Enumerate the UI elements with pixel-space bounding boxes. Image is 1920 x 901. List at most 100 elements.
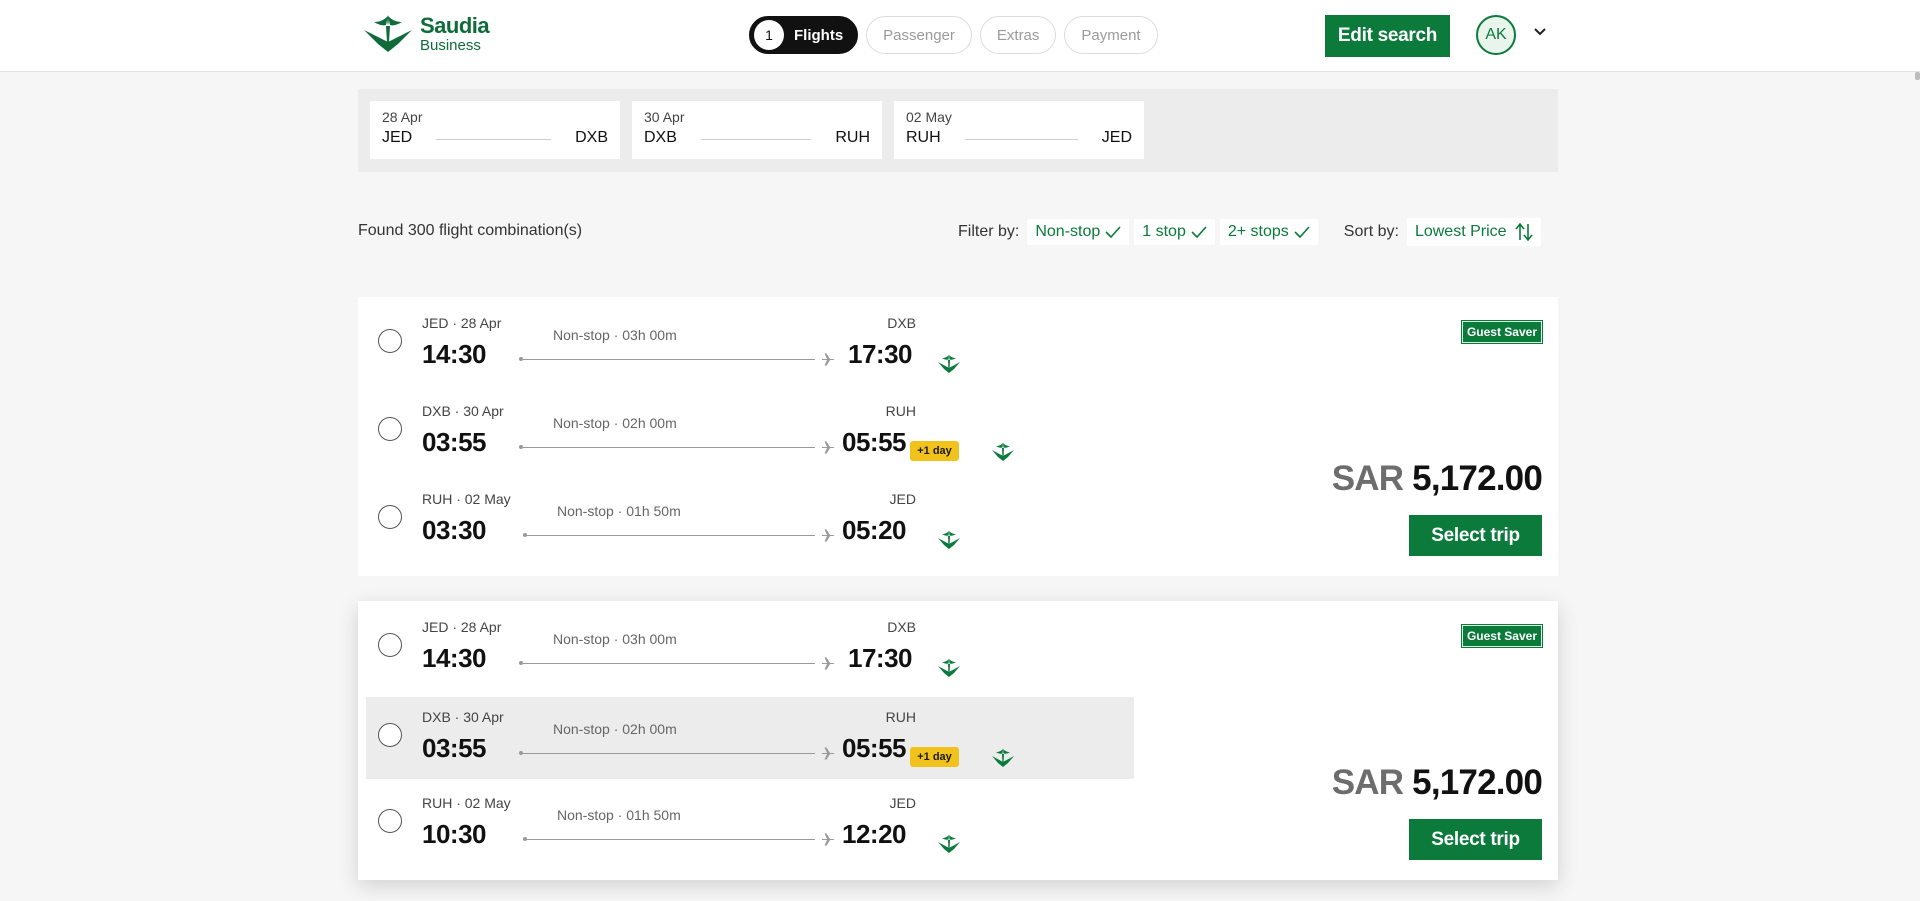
edit-search-button[interactable]: Edit search <box>1325 15 1450 57</box>
step-flights[interactable]: 1 Flights <box>749 16 859 54</box>
filter-2plus-stops-chip[interactable]: 2+ stops <box>1219 219 1318 245</box>
segment-row[interactable]: RUH · 02 May 03:30 Non-stop · 01h 50m JE… <box>366 473 1134 555</box>
stops-duration: Non-stop · 01h 50m <box>557 807 681 823</box>
arrival-meta: DXB <box>887 619 916 635</box>
leg-date: 02 May <box>906 109 952 125</box>
step-payment[interactable]: Payment <box>1064 16 1158 54</box>
booking-steps: 1 Flights Passenger Extras Payment <box>749 16 1158 54</box>
saudia-airline-icon <box>990 747 1016 769</box>
price-amount: 5,172.00 <box>1412 763 1543 802</box>
leg-route: JED DXB <box>382 129 608 147</box>
arrival-meta: RUH <box>885 709 916 725</box>
segment-row[interactable]: JED · 28 Apr 14:30 Non-stop · 03h 00m DX… <box>366 601 1134 683</box>
stops-duration: Non-stop · 01h 50m <box>557 503 681 519</box>
filter-1stop-chip[interactable]: 1 stop <box>1134 219 1215 245</box>
fare-type-badge: Guest Saver <box>1460 320 1544 344</box>
saudia-airline-icon <box>990 441 1016 463</box>
segment-radio[interactable] <box>378 809 402 833</box>
leg-origin: RUH <box>906 129 941 146</box>
sort-dropdown[interactable]: Lowest Price <box>1406 218 1541 246</box>
leg-destination: RUH <box>835 129 870 146</box>
step-passenger[interactable]: Passenger <box>866 16 972 54</box>
trip-price: SAR 5,172.00 <box>1332 459 1543 499</box>
logo-line2: Business <box>420 37 481 54</box>
result-card: JED · 28 Apr 14:30 Non-stop · 03h 00m DX… <box>358 297 1558 576</box>
leg-card[interactable]: 28 Apr JED DXB <box>370 101 620 159</box>
filter-chip-label: Non-stop <box>1035 223 1101 240</box>
filter-sort-bar: Filter by: Non-stop 1 stop 2+ stops Sort… <box>958 218 1541 246</box>
chevron-down-icon[interactable] <box>1533 25 1547 39</box>
arrival-meta: JED <box>889 491 916 507</box>
plane-icon <box>821 529 835 542</box>
segment-row[interactable]: RUH · 02 May 10:30 Non-stop · 01h 50m JE… <box>366 777 1134 859</box>
flight-track-line <box>523 753 815 754</box>
next-day-badge: +1 day <box>910 747 959 767</box>
segment-radio[interactable] <box>378 505 402 529</box>
trip-legs-bar: 28 Apr JED DXB 30 Apr DXB RUH 02 May RUH… <box>358 89 1558 172</box>
saudia-airline-icon <box>936 833 962 855</box>
route-line <box>436 138 552 140</box>
segment-radio[interactable] <box>378 417 402 441</box>
step-extras[interactable]: Extras <box>979 16 1057 54</box>
select-trip-button[interactable]: Select trip <box>1409 819 1542 860</box>
departure-meta: JED · 28 Apr <box>422 619 502 635</box>
plane-icon <box>821 747 835 760</box>
plane-icon <box>821 833 835 846</box>
leg-card[interactable]: 02 May RUH JED <box>894 101 1144 159</box>
arrival-meta: JED <box>889 795 916 811</box>
arrival-time: 05:55 <box>842 427 907 457</box>
saudia-airline-icon <box>936 529 962 551</box>
route-line <box>964 138 1078 140</box>
checkmark-icon <box>1191 226 1207 238</box>
results-count: Found 300 flight combination(s) <box>358 222 583 239</box>
sort-arrows-icon <box>1514 222 1533 242</box>
segment-radio[interactable] <box>378 633 402 657</box>
departure-meta: DXB · 30 Apr <box>422 403 504 419</box>
stops-duration: Non-stop · 03h 00m <box>553 631 677 647</box>
saudia-business-logo[interactable]: Saudia Business <box>358 12 490 56</box>
trip-price: SAR 5,172.00 <box>1331 763 1543 803</box>
filter-label: Filter by: <box>958 223 1020 240</box>
sort-label: Sort by: <box>1343 223 1399 240</box>
step-label: Flights <box>794 26 844 44</box>
arrival-time: 17:30 <box>848 339 913 369</box>
palm-swords-logo-icon <box>358 12 418 56</box>
logo-text: Saudia Business <box>420 13 490 54</box>
segment-row[interactable]: DXB · 30 Apr 03:55 Non-stop · 02h 00m RU… <box>366 385 1134 467</box>
leg-route: DXB RUH <box>644 129 870 147</box>
arrival-time: 17:30 <box>848 643 913 673</box>
segment-radio[interactable] <box>378 723 402 747</box>
leg-origin: JED <box>382 129 413 146</box>
leg-destination: JED <box>1101 129 1132 146</box>
arrival-meta: DXB <box>887 315 916 331</box>
arrival-time: 05:55 <box>842 733 907 763</box>
segment-row[interactable]: JED · 28 Apr 14:30 Non-stop · 03h 00m DX… <box>366 297 1134 379</box>
price-amount: 5,172.00 <box>1412 459 1543 498</box>
user-avatar[interactable]: AK <box>1476 15 1516 55</box>
flight-track-line <box>523 359 815 360</box>
result-card: JED · 28 Apr 14:30 Non-stop · 03h 00m DX… <box>358 601 1558 880</box>
segment-row-hovered[interactable]: DXB · 30 Apr 03:55 Non-stop · 02h 00m RU… <box>366 697 1134 779</box>
departure-time: 03:55 <box>422 733 487 763</box>
filter-nonstop-chip[interactable]: Non-stop <box>1027 219 1130 245</box>
flight-track-line <box>527 839 815 840</box>
leg-origin: DXB <box>644 129 677 146</box>
filter-chip-label: 1 stop <box>1142 223 1186 240</box>
sort-value: Lowest Price <box>1414 223 1507 240</box>
leg-route: RUH JED <box>906 129 1132 147</box>
flight-track-line <box>523 447 815 448</box>
leg-card[interactable]: 30 Apr DXB RUH <box>632 101 882 159</box>
departure-meta: RUH · 02 May <box>422 491 511 507</box>
flight-track-line <box>527 535 815 536</box>
price-currency: SAR <box>1331 763 1404 802</box>
select-trip-button[interactable]: Select trip <box>1409 515 1542 556</box>
scrollbar-thumb[interactable] <box>1915 72 1920 80</box>
checkmark-icon <box>1105 226 1121 238</box>
segment-radio[interactable] <box>378 329 402 353</box>
route-line <box>700 138 812 140</box>
saudia-airline-icon <box>936 353 962 375</box>
arrival-time: 12:20 <box>842 819 907 849</box>
logo-line1: Saudia <box>420 13 490 38</box>
departure-time: 03:55 <box>422 427 487 457</box>
fare-type-badge: Guest Saver <box>1460 624 1544 648</box>
